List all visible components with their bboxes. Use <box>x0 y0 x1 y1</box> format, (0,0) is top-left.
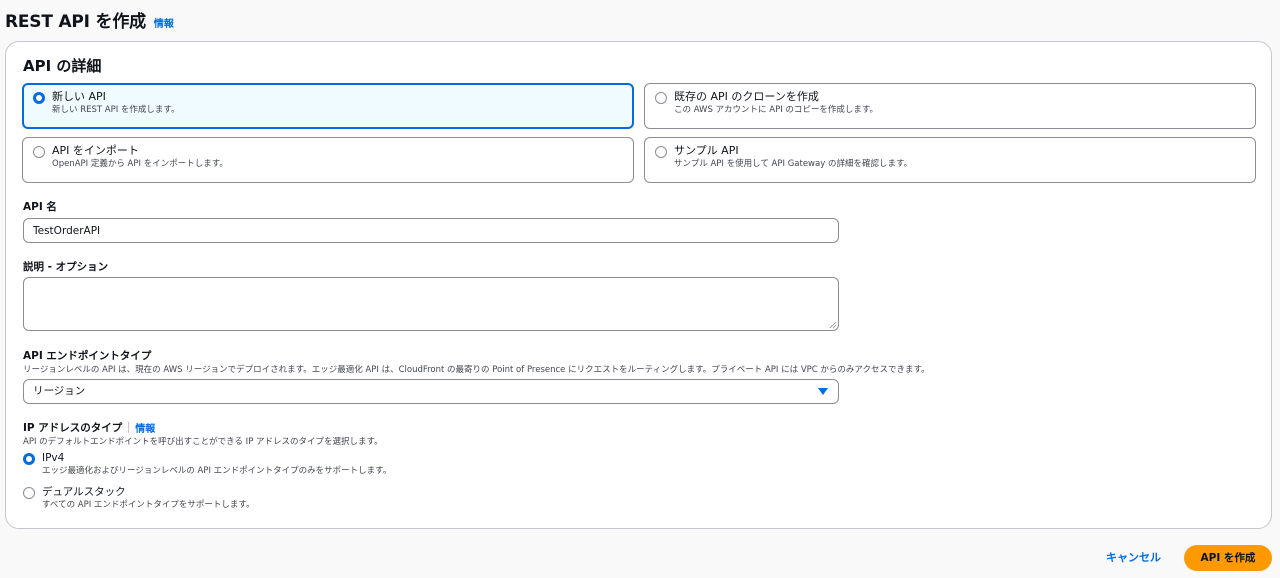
option-new-api[interactable]: 新しい API 新しい REST API を作成します。 <box>22 83 634 129</box>
option-desc: この AWS アカウントに API のコピーを作成します。 <box>674 105 879 115</box>
section-title: API の詳細 <box>23 57 102 75</box>
endpoint-type-label: API エンドポイントタイプ <box>23 350 152 362</box>
endpoint-type-desc: リージョンレベルの API は、現在の AWS リージョンでデプロイされます。エ… <box>23 365 930 375</box>
api-name-label: API 名 <box>23 201 57 213</box>
ip-option-ipv4[interactable]: IPv4 エッジ最適化およびリージョンレベルの API エンドポイントタイプのみ… <box>23 451 391 477</box>
cancel-button[interactable]: キャンセル <box>1098 545 1169 571</box>
ip-option-desc: すべての API エンドポイントタイプをサポートします。 <box>42 500 255 510</box>
description-textarea[interactable] <box>23 277 839 331</box>
endpoint-type-select[interactable]: リージョン <box>23 379 839 404</box>
radio-selected-icon[interactable] <box>23 453 35 465</box>
option-sample-api[interactable]: サンプル API サンプル API を使用して API Gateway の詳細を… <box>644 137 1256 183</box>
option-title: サンプル API <box>674 144 739 157</box>
page-title: REST API を作成 <box>5 12 146 32</box>
description-wrapper <box>23 277 839 331</box>
radio-selected-icon[interactable] <box>33 92 45 104</box>
ip-type-info-link[interactable]: 情報 <box>135 420 155 435</box>
divider <box>128 422 130 433</box>
ip-option-desc: エッジ最適化およびリージョンレベルの API エンドポイントタイプのみをサポート… <box>42 466 392 476</box>
page-header: REST API を作成 情報 <box>5 7 174 32</box>
api-details-panel: API の詳細 新しい API 新しい REST API を作成します。 既存の… <box>5 41 1272 529</box>
radio-unselected-icon[interactable] <box>655 146 667 158</box>
ip-option-dualstack[interactable]: デュアルスタック すべての API エンドポイントタイプをサポートします。 <box>23 485 255 511</box>
option-desc: サンプル API を使用して API Gateway の詳細を確認します。 <box>674 159 913 169</box>
option-import-api[interactable]: API をインポート OpenAPI 定義から API をインポートします。 <box>22 137 634 183</box>
option-desc: 新しい REST API を作成します。 <box>52 105 180 115</box>
ip-type-desc: API のデフォルトエンドポイントを呼び出すことができる IP アドレスのタイプ… <box>23 437 383 447</box>
option-title: 新しい API <box>52 90 106 103</box>
caret-down-icon <box>818 388 828 395</box>
radio-unselected-icon[interactable] <box>33 146 45 158</box>
description-label: 説明 - オプション <box>23 261 109 273</box>
resize-grip-icon[interactable] <box>829 321 837 329</box>
info-link[interactable]: 情報 <box>154 15 174 30</box>
option-clone-api[interactable]: 既存の API のクローンを作成 この AWS アカウントに API のコピーを… <box>644 83 1256 129</box>
radio-unselected-icon[interactable] <box>655 92 667 104</box>
option-title: API をインポート <box>52 144 139 157</box>
ip-type-label: IP アドレスのタイプ <box>23 422 123 434</box>
api-name-input[interactable] <box>23 218 839 243</box>
ip-option-title: IPv4 <box>42 452 65 464</box>
endpoint-type-value: リージョン <box>33 385 86 397</box>
option-title: 既存の API のクローンを作成 <box>674 90 819 103</box>
ip-type-header: IP アドレスのタイプ 情報 <box>23 420 155 435</box>
ip-option-title: デュアルスタック <box>42 486 126 498</box>
radio-unselected-icon[interactable] <box>23 487 35 499</box>
create-api-button[interactable]: API を作成 <box>1184 545 1272 571</box>
option-desc: OpenAPI 定義から API をインポートします。 <box>52 159 228 169</box>
